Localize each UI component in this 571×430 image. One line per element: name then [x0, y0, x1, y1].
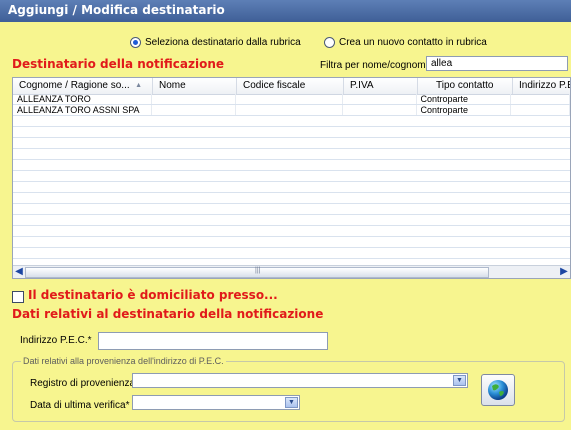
column-header-piva[interactable]: P.IVA — [344, 78, 418, 94]
scroll-right-icon[interactable]: ▶ — [558, 266, 570, 278]
column-header-nome[interactable]: Nome — [153, 78, 237, 94]
registro-select[interactable]: ▼ — [132, 373, 468, 388]
empty-row — [13, 127, 570, 138]
window-title-bar: Aggiungi / Modifica destinatario — [0, 0, 571, 22]
horizontal-scrollbar[interactable]: ◀ ||| ▶ — [13, 265, 570, 278]
sort-ascending-icon: ▲ — [135, 82, 142, 89]
pec-input[interactable] — [98, 332, 328, 350]
radio-unselected-indicator — [324, 37, 335, 48]
empty-row — [13, 237, 570, 248]
radio-selected-indicator — [130, 37, 141, 48]
recipients-grid: Cognome / Ragione so... ▲ Nome Codice fi… — [12, 77, 571, 279]
column-header-tipo-contatto[interactable]: Tipo contatto — [418, 78, 513, 94]
data-verifica-label: Data di ultima verifica* — [30, 400, 130, 411]
column-header-indirizzo-pec[interactable]: Indirizzo P.E.C — [513, 78, 570, 94]
column-header-cognome[interactable]: Cognome / Ragione so... ▲ — [13, 78, 153, 94]
provenienza-legend: Dati relativi alla provenienza dell'indi… — [23, 356, 224, 366]
radio-create-new-contact-label: Crea un nuovo contatto in rubrica — [339, 37, 487, 48]
empty-row — [13, 182, 570, 193]
section-title-notification-recipient: Destinatario della notificazione — [12, 57, 225, 71]
empty-row — [13, 138, 570, 149]
empty-row — [13, 160, 570, 171]
section-title-recipient-data: Dati relativi al destinatario della noti… — [12, 307, 324, 321]
empty-row — [13, 226, 570, 237]
domiciled-checkbox[interactable] — [12, 291, 24, 303]
table-row[interactable]: ALLEANZA TORO Controparte — [13, 94, 570, 105]
grip-icon: ||| — [255, 267, 261, 274]
empty-row — [13, 215, 570, 226]
globe-icon — [488, 380, 508, 400]
radio-select-from-rubrica[interactable]: Seleziona destinatario dalla rubrica — [130, 37, 301, 48]
empty-row — [13, 171, 570, 182]
empty-row — [13, 116, 570, 127]
empty-row — [13, 193, 570, 204]
window-title: Aggiungi / Modifica destinatario — [8, 3, 225, 17]
empty-row — [13, 248, 570, 259]
scroll-left-icon[interactable]: ◀ — [13, 266, 25, 278]
grid-header: Cognome / Ragione so... ▲ Nome Codice fi… — [13, 78, 570, 95]
radio-select-from-rubrica-label: Seleziona destinatario dalla rubrica — [145, 37, 301, 48]
radio-create-new-contact[interactable]: Crea un nuovo contatto in rubrica — [324, 37, 487, 48]
pec-label: Indirizzo P.E.C.* — [20, 335, 92, 346]
column-header-codice-fiscale[interactable]: Codice fiscale — [237, 78, 344, 94]
filter-input[interactable] — [426, 56, 568, 71]
data-verifica-select[interactable]: ▼ — [132, 395, 300, 410]
empty-row — [13, 149, 570, 160]
empty-row — [13, 204, 570, 215]
section-title-domiciled: Il destinatario è domiciliato presso... — [28, 288, 278, 302]
registro-label: Registro di provenienza* — [30, 378, 139, 389]
globe-button[interactable] — [481, 374, 515, 406]
grid-rows: ALLEANZA TORO Controparte ALLEANZA TORO … — [13, 94, 570, 270]
chevron-down-icon[interactable]: ▼ — [285, 397, 298, 408]
chevron-down-icon[interactable]: ▼ — [453, 375, 466, 386]
filter-label: Filtra per nome/cognome — [320, 60, 432, 71]
table-row[interactable]: ALLEANZA TORO ASSNI SPA Controparte — [13, 105, 570, 116]
